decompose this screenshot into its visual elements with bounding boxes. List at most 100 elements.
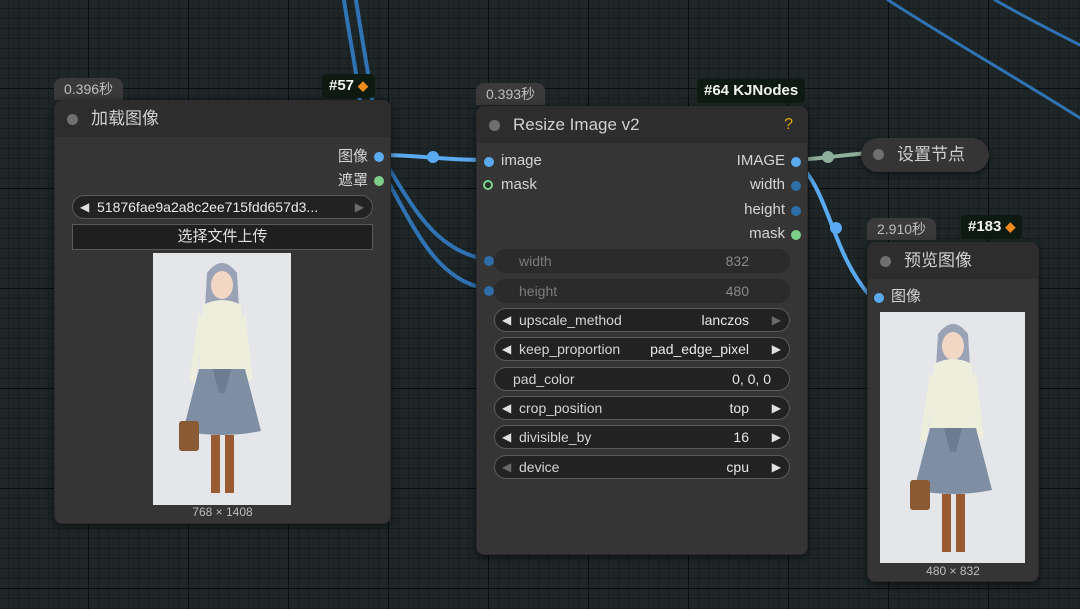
triangle-right-icon[interactable]: ▶ (772, 426, 781, 448)
upscale-method-value: lanczos (701, 312, 749, 328)
output-image-socket[interactable] (374, 152, 384, 162)
preview-node-title-bar[interactable]: 预览图像 (868, 243, 1038, 279)
output-mask[interactable]: 遮罩 (338, 171, 368, 191)
output-height-socket[interactable] (791, 206, 801, 216)
resize-image-node[interactable]: Resize Image v2 ? image mask IMAGE width… (476, 106, 808, 555)
collapse-dot-icon[interactable] (873, 149, 884, 160)
output-width-socket[interactable] (791, 181, 801, 191)
upscale-method-combo[interactable]: ◀ upscale_method lanczos ▶ (494, 308, 790, 332)
wire-top-right-2 (993, 0, 1080, 47)
triangle-right-icon[interactable]: ▶ (772, 456, 781, 478)
load-node-id: #57 (329, 77, 355, 94)
wire-top-right (886, 0, 1080, 120)
reroute-dot-preview (830, 222, 842, 234)
triangle-right-icon[interactable]: ▶ (772, 397, 781, 419)
divisible-by-value: 16 (733, 429, 749, 445)
pad-color-field[interactable]: pad_color 0, 0, 0 (494, 367, 790, 391)
reroute-dot-setnode (822, 151, 834, 163)
output-mask-socket[interactable] (791, 230, 801, 240)
resize-node-badge: #64 KJNodes (697, 79, 806, 103)
load-image-node[interactable]: 加载图像 图像 遮罩 ◀ 51876fae9a2a8c2ee715fdd657d… (54, 100, 391, 524)
preview-image-node[interactable]: 预览图像 图像 480 × 832 (867, 242, 1039, 582)
triangle-left-icon[interactable]: ◀ (502, 426, 511, 448)
crop-position-label: crop_position (519, 400, 603, 416)
woman-figure-image (880, 312, 1025, 563)
triangle-right-icon[interactable]: ▶ (772, 309, 781, 331)
pad-color-label: pad_color (513, 371, 575, 387)
device-value: cpu (726, 459, 749, 475)
fox-icon: ◆ (1005, 219, 1016, 234)
triangle-left-icon[interactable]: ◀ (80, 196, 89, 218)
output-width-label[interactable]: width (750, 175, 785, 195)
load-node-badge: #57 ◆ (322, 74, 376, 98)
input-mask-socket[interactable] (483, 180, 493, 190)
divisible-by-widget[interactable]: ◀ divisible_by 16 ▶ (494, 425, 790, 449)
crop-position-combo[interactable]: ◀ crop_position top ▶ (494, 396, 790, 420)
keep-proportion-value: pad_edge_pixel (650, 341, 749, 357)
triangle-left-icon[interactable]: ◀ (502, 309, 511, 331)
device-combo[interactable]: ◀ device cpu ▶ (494, 455, 790, 479)
input-image-label[interactable]: image (501, 151, 542, 171)
width-label: width (519, 253, 552, 269)
file-select-value: 51876fae9a2a8c2ee715fdd657d3... (97, 199, 319, 215)
input-image-socket[interactable] (484, 157, 494, 167)
triangle-right-icon[interactable]: ▶ (772, 338, 781, 360)
collapse-dot-icon[interactable] (67, 114, 78, 125)
wire-height (388, 183, 489, 291)
reroute-dot-image (427, 151, 439, 163)
load-node-title: 加载图像 (91, 109, 159, 128)
resize-node-title-bar[interactable]: Resize Image v2 ? (477, 107, 807, 143)
load-image-size: 768 × 1408 (192, 505, 253, 519)
height-label: height (519, 283, 558, 299)
pad-color-value: 0, 0, 0 (732, 371, 771, 387)
input-width-socket[interactable] (484, 256, 494, 266)
preview-image-size: 480 × 832 (926, 564, 980, 578)
output-image-label[interactable]: IMAGE (737, 151, 785, 171)
keep-proportion-label: keep_proportion (519, 341, 621, 357)
height-value: 480 (725, 283, 749, 299)
file-select-combo[interactable]: ◀ 51876fae9a2a8c2ee715fdd657d3... ▶ (72, 195, 373, 219)
triangle-left-icon[interactable]: ◀ (502, 456, 511, 478)
triangle-right-icon[interactable]: ▶ (355, 196, 364, 218)
triangle-left-icon[interactable]: ◀ (502, 397, 511, 419)
output-mask-label: 遮罩 (337, 172, 368, 189)
set-node[interactable]: 设置节点 (861, 138, 989, 172)
output-image-socket[interactable] (791, 157, 801, 167)
wire-image-link (376, 153, 489, 162)
width-value: 832 (725, 253, 749, 269)
output-height-label[interactable]: height (744, 200, 785, 220)
woman-figure-image (153, 253, 291, 505)
preview-node-id: #183 (968, 218, 1002, 235)
preview-node-badge: #183 ◆ (961, 215, 1023, 239)
resize-node-title: Resize Image v2 (513, 115, 640, 134)
set-node-title: 设置节点 (897, 145, 965, 164)
load-node-title-bar[interactable]: 加载图像 (55, 101, 390, 137)
input-height-socket[interactable] (484, 286, 494, 296)
input-image-socket[interactable] (874, 293, 884, 303)
input-image-label[interactable]: 图像 (891, 287, 921, 307)
preview-image (880, 312, 1025, 563)
load-image-preview (153, 253, 291, 505)
device-label: device (519, 459, 560, 475)
output-mask-label[interactable]: mask (749, 224, 785, 244)
wire-width (388, 168, 489, 262)
output-image-label: 图像 (337, 148, 368, 165)
crop-position-value: top (729, 400, 749, 416)
output-mask-socket[interactable] (374, 176, 384, 186)
collapse-dot-icon[interactable] (489, 120, 500, 131)
height-widget[interactable]: height 480 (494, 279, 790, 303)
output-image[interactable]: 图像 (338, 147, 368, 167)
collapse-dot-icon[interactable] (880, 256, 891, 267)
divisible-by-label: divisible_by (519, 429, 592, 445)
help-icon[interactable]: ? (784, 107, 793, 143)
resize-node-timing: 0.393秒 (476, 83, 546, 105)
keep-proportion-combo[interactable]: ◀ keep_proportion pad_edge_pixel ▶ (494, 337, 790, 361)
upload-button[interactable]: 选择文件上传 (72, 224, 373, 250)
fox-icon: ◆ (358, 78, 369, 93)
triangle-left-icon[interactable]: ◀ (502, 338, 511, 360)
preview-node-title: 预览图像 (904, 251, 972, 270)
upscale-method-label: upscale_method (519, 312, 622, 328)
width-widget[interactable]: width 832 (494, 249, 790, 273)
input-mask-label[interactable]: mask (501, 175, 537, 195)
preview-node-timing: 2.910秒 (867, 218, 937, 240)
